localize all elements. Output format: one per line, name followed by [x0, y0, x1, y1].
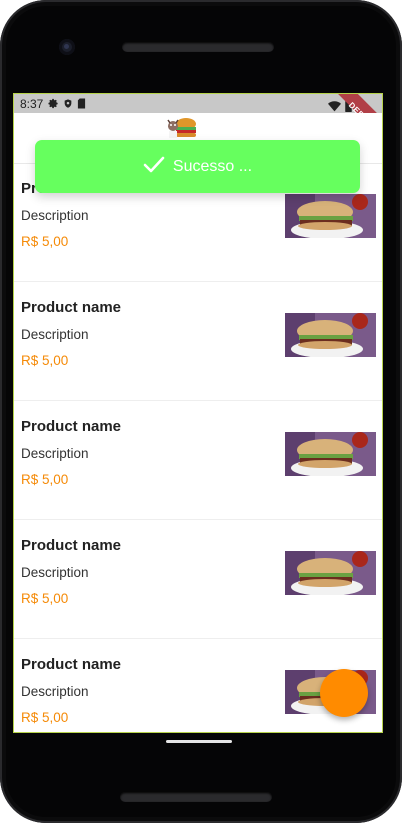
status-icons-left [48, 94, 86, 113]
phone-frame: 8:37 DEBUG [0, 0, 402, 823]
product-description: Description [21, 684, 89, 699]
sandwich-image [285, 432, 376, 476]
toast-message: Sucesso ... [172, 157, 253, 175]
sandwich-image [285, 313, 376, 357]
sim-card-icon [77, 94, 86, 113]
product-list: Product name Description R$ 5,00 [14, 163, 382, 732]
product-item[interactable]: Product name Description R$ 5,00 [14, 282, 382, 401]
sandwich-image [285, 551, 376, 595]
product-price: R$ 5,00 [21, 710, 69, 725]
product-name: Product name [21, 656, 122, 673]
product-description: Description [21, 208, 89, 223]
product-description: Description [21, 446, 89, 461]
product-price: R$ 5,00 [21, 234, 69, 249]
product-name: Product name [21, 299, 122, 316]
product-item[interactable]: Product name Description R$ 5,00 [14, 520, 382, 639]
settings-icon [48, 94, 59, 113]
shield-icon [63, 94, 73, 113]
status-time: 8:37 [20, 96, 44, 111]
bottom-speaker [120, 792, 272, 802]
check-icon [143, 156, 165, 178]
product-price: R$ 5,00 [21, 353, 69, 368]
product-item[interactable]: Product name Description R$ 5,00 [14, 401, 382, 520]
product-description: Description [21, 327, 89, 342]
success-toast: Sucesso ... [35, 140, 360, 193]
product-price: R$ 5,00 [21, 472, 69, 487]
burger-mascot-logo [162, 115, 202, 141]
product-name: Product name [21, 418, 122, 435]
home-indicator[interactable] [166, 740, 232, 743]
product-name: Product name [21, 537, 122, 554]
sandwich-image [285, 194, 376, 238]
status-bar: 8:37 DEBUG [14, 94, 382, 144]
product-price: R$ 5,00 [21, 591, 69, 606]
product-description: Description [21, 565, 89, 580]
front-camera [59, 39, 75, 55]
top-speaker [122, 42, 274, 52]
fab-button[interactable] [320, 669, 368, 717]
